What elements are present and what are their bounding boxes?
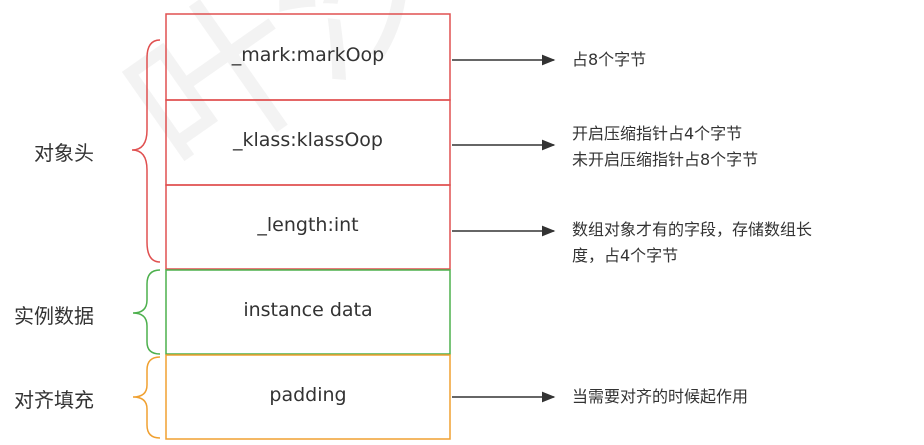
length-field-label: _length:int: [257, 214, 359, 236]
padding-brace: [132, 356, 161, 439]
length-note-line1: 数组对象才有的字段，存储数组长: [572, 220, 813, 239]
memory-layout-diagram: 叶汐秀 _mark:markOop _klass:klassOop _lengt…: [0, 0, 924, 445]
padding-label: padding: [269, 384, 347, 406]
header-group-label: 对象头: [34, 141, 94, 165]
klass-note-line1: 开启压缩指针占4个字节: [572, 124, 743, 143]
instance-data-label: instance data: [243, 299, 373, 321]
length-note-line2: 度，占4个字节: [572, 246, 679, 265]
padding-group-label: 对齐填充: [14, 388, 94, 412]
klass-note-line2: 未开启压缩指针占8个字节: [572, 150, 759, 169]
mark-note: 占8个字节: [572, 50, 647, 69]
mark-field-label: _mark:markOop: [231, 44, 385, 66]
instance-brace: [132, 269, 161, 355]
padding-note: 当需要对齐的时候起作用: [572, 387, 749, 406]
header-brace: [131, 39, 161, 263]
instance-group-label: 实例数据: [14, 304, 94, 328]
klass-field-label: _klass:klassOop: [233, 129, 383, 151]
